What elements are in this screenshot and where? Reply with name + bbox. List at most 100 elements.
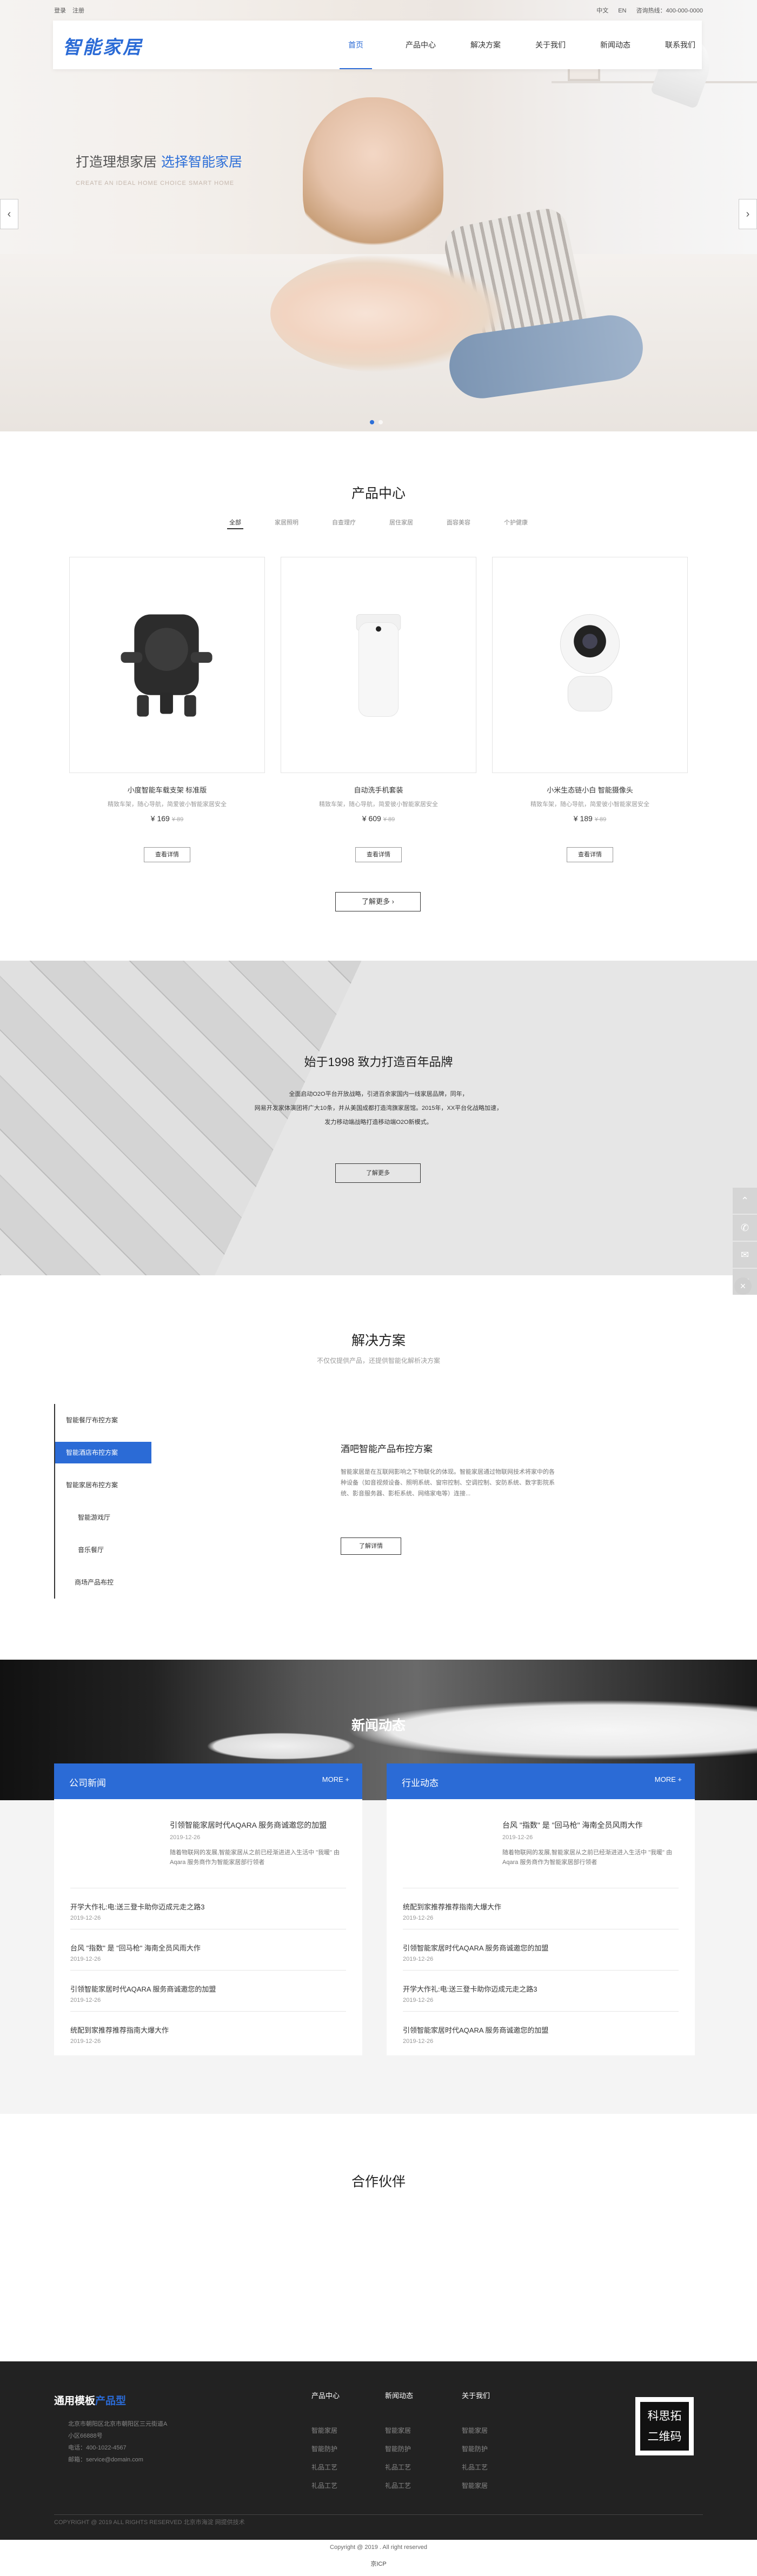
footer-link[interactable]: 礼品工艺	[385, 2477, 413, 2495]
news-title-text[interactable]: 引领智能家居时代AQARA 服务商诚邀您的加盟	[170, 1820, 354, 1831]
product-card[interactable]	[281, 557, 476, 773]
solution-item[interactable]: 智能游戏厅	[55, 1501, 151, 1534]
news-row-title[interactable]: 台风 "指数" 是 "回马枪" 海南全员风雨大作	[70, 1942, 346, 1953]
footer-link[interactable]: 智能家居	[462, 2421, 490, 2440]
close-icon[interactable]: ×	[734, 1277, 752, 1295]
register-link[interactable]: 注册	[72, 8, 84, 14]
product-card[interactable]	[492, 557, 688, 773]
solution-item[interactable]: 音乐餐厅	[55, 1534, 151, 1566]
footer-logo-a: 通用模板	[54, 2395, 96, 2407]
phone-icon[interactable]: ✆	[733, 1215, 757, 1241]
solution-item[interactable]: 智能餐厅布控方案	[55, 1404, 151, 1436]
news-thumb[interactable]	[70, 1815, 168, 1875]
news-row-title[interactable]: 引领智能家居时代AQARA 服务商诚邀您的加盟	[70, 1983, 346, 1994]
news-first[interactable]: 引领智能家居时代AQARA 服务商诚邀您的加盟 2019-12-26 随着物联网…	[170, 1820, 354, 1867]
tab-health[interactable]: 个护健康	[502, 516, 530, 529]
footer-link[interactable]: 智能防护	[311, 2440, 340, 2458]
view-detail-button[interactable]: 查看详情	[144, 847, 190, 862]
footer-address: 北京市朝阳区北京市朝阳区三元街道A	[68, 2421, 168, 2427]
solution-item[interactable]: 智能家居布控方案	[55, 1469, 151, 1501]
product-name[interactable]: 小米生态链小白 智能摄像头	[492, 784, 688, 795]
footer-link[interactable]: 礼品工艺	[462, 2458, 490, 2477]
view-detail-button[interactable]: 查看详情	[567, 847, 613, 862]
view-detail-button[interactable]: 查看详情	[355, 847, 402, 862]
news-row-date: 2019-12-26	[403, 1915, 434, 1921]
solution-item[interactable]: 商场产品布控	[55, 1566, 151, 1599]
solution-title: 酒吧智能产品布控方案	[341, 1444, 433, 1454]
product-info: 小度智能车载支架 标准版 精致车架，随心导航，简爱彼小智能家居安全 ¥ 169 ¥…	[69, 784, 265, 823]
news-row[interactable]: 引领智能家居时代AQARA 服务商诚邀您的加盟 2019-12-26	[403, 1929, 679, 1962]
footer-link[interactable]: 礼品工艺	[385, 2458, 413, 2477]
nav-contact[interactable]: 联系我们	[648, 21, 713, 69]
footer-link[interactable]: 智能防护	[462, 2440, 490, 2458]
tab-lighting[interactable]: 家居照明	[273, 516, 301, 529]
news-row-date: 2019-12-26	[70, 1997, 101, 2003]
footer-link[interactable]: 礼品工艺	[311, 2458, 340, 2477]
tab-home[interactable]: 居住家居	[387, 516, 415, 529]
news-row-title[interactable]: 引领智能家居时代AQARA 服务商诚邀您的加盟	[403, 2025, 679, 2035]
news-more-link[interactable]: MORE +	[655, 1775, 682, 1783]
tab-beauty[interactable]: 面容美容	[444, 516, 473, 529]
lang-cn[interactable]: 中文	[596, 8, 608, 14]
about-line: 网易开发家体演团将广大10条，并从美国成都打造湾旗家居馆。2015年，XX平台化…	[254, 1105, 503, 1111]
footer-rights: COPYRIGHT @ 2019 ALL RIGHTS RESERVED 北京市…	[54, 2519, 245, 2526]
news-row[interactable]: 台风 "指数" 是 "回马枪" 海南全员风雨大作 2019-12-26	[70, 1929, 346, 1962]
footer-link[interactable]: 智能家居	[385, 2421, 413, 2440]
mail-icon[interactable]: ✉	[733, 1242, 757, 1268]
slide-dot[interactable]	[370, 420, 374, 424]
product-tabs: 全部 家居照明 自查理疗 居住家居 面容美容 个护健康	[227, 516, 530, 529]
news-title-text[interactable]: 台风 "指数" 是 "回马枪" 海南全员风雨大作	[502, 1820, 686, 1831]
prev-slide-button[interactable]: ‹	[0, 199, 18, 229]
footer-logo[interactable]: 通用模板产品型	[54, 2393, 126, 2407]
news-row-title[interactable]: 开学大作礼:电:送三登卡助你迈成元走之路3	[403, 1983, 679, 1994]
product-name[interactable]: 小度智能车载支架 标准版	[69, 784, 265, 795]
news-row-date: 2019-12-26	[403, 1997, 434, 2003]
news-row[interactable]: 统配到家推荐推荐指南大爆大作 2019-12-26	[70, 2011, 346, 2045]
news-row-title[interactable]: 统配到家推荐推荐指南大爆大作	[70, 2025, 346, 2035]
nav-news[interactable]: 新闻动态	[583, 21, 648, 69]
news-thumb[interactable]	[403, 1815, 500, 1875]
next-slide-button[interactable]: ›	[739, 199, 757, 229]
footer: 通用模板产品型 北京市朝阳区北京市朝阳区三元街道A 小区66888号 电话：40…	[0, 2361, 757, 2576]
solution-list: 智能餐厅布控方案 智能酒店布控方案 智能家居布控方案 智能游戏厅 音乐餐厅 商场…	[54, 1404, 151, 1599]
about-more-button[interactable]: 了解更多	[335, 1163, 421, 1183]
news-row[interactable]: 开学大作礼:电:送三登卡助你迈成元走之路3 2019-12-26	[403, 1970, 679, 2003]
footer-link[interactable]: 智能家居	[462, 2477, 490, 2495]
product-name[interactable]: 自动洗手机套装	[281, 784, 476, 795]
logo[interactable]: 智能家居	[63, 32, 143, 59]
footer-link[interactable]: 智能家居	[311, 2421, 340, 2440]
news-row-title[interactable]: 统配到家推荐推荐指南大爆大作	[403, 1901, 679, 1912]
nav-home[interactable]: 首页	[323, 21, 388, 69]
login-link[interactable]: 登录	[54, 8, 66, 14]
solution-item-active[interactable]: 智能酒店布控方案	[55, 1442, 151, 1463]
news-row-title[interactable]: 开学大作礼:电:送三登卡助你迈成元走之路3	[70, 1901, 346, 1912]
product-info: 小米生态链小白 智能摄像头 精致车架，随心导航，简爱彼小智能家居安全 ¥ 189…	[492, 784, 688, 823]
nav-products[interactable]: 产品中心	[388, 21, 453, 69]
news-row[interactable]: 开学大作礼:电:送三登卡助你迈成元走之路3 2019-12-26	[70, 1888, 346, 1921]
tab-all[interactable]: 全部	[227, 516, 243, 529]
company-news-header: 公司新闻 MORE +	[54, 1763, 362, 1799]
news-row-title[interactable]: 引领智能家居时代AQARA 服务商诚邀您的加盟	[403, 1942, 679, 1953]
footer-col-news: 新闻动态 智能家居 智能防护 礼品工艺 礼品工艺	[385, 2387, 413, 2495]
footer-email: 邮箱：service@domain.com	[68, 2457, 143, 2463]
nav-about[interactable]: 关于我们	[518, 21, 583, 69]
footer-col-heading: 新闻动态	[385, 2392, 414, 2400]
footer-link[interactable]: 智能防护	[385, 2440, 413, 2458]
news-first[interactable]: 台风 "指数" 是 "回马枪" 海南全员风雨大作 2019-12-26 随着物联…	[502, 1820, 686, 1867]
chevron-up-icon[interactable]: ⌃	[733, 1188, 757, 1214]
slide-dot[interactable]	[378, 420, 383, 424]
tab-therapy[interactable]: 自查理疗	[330, 516, 358, 529]
price: ¥ 609	[362, 814, 381, 823]
footer-link[interactable]: 礼品工艺	[311, 2477, 340, 2495]
lang-en[interactable]: EN	[618, 8, 626, 14]
nav-solutions[interactable]: 解决方案	[453, 21, 518, 69]
news-more-link[interactable]: MORE +	[322, 1775, 349, 1783]
news-row[interactable]: 引领智能家居时代AQARA 服务商诚邀您的加盟 2019-12-26	[403, 2011, 679, 2045]
news-row[interactable]: 引领智能家居时代AQARA 服务商诚邀您的加盟 2019-12-26	[70, 1970, 346, 2003]
products-more-button[interactable]: 了解更多 ›	[335, 892, 421, 911]
solution-detail-button[interactable]: 了解详情	[341, 1537, 401, 1555]
news-row[interactable]: 统配到家推荐推荐指南大爆大作 2019-12-26	[403, 1888, 679, 1921]
product-card[interactable]	[69, 557, 265, 773]
copyright: Copyright @ 2019 . All right reserved	[330, 2544, 427, 2551]
footer-phone: 电话：400-1022-4567	[68, 2445, 127, 2451]
